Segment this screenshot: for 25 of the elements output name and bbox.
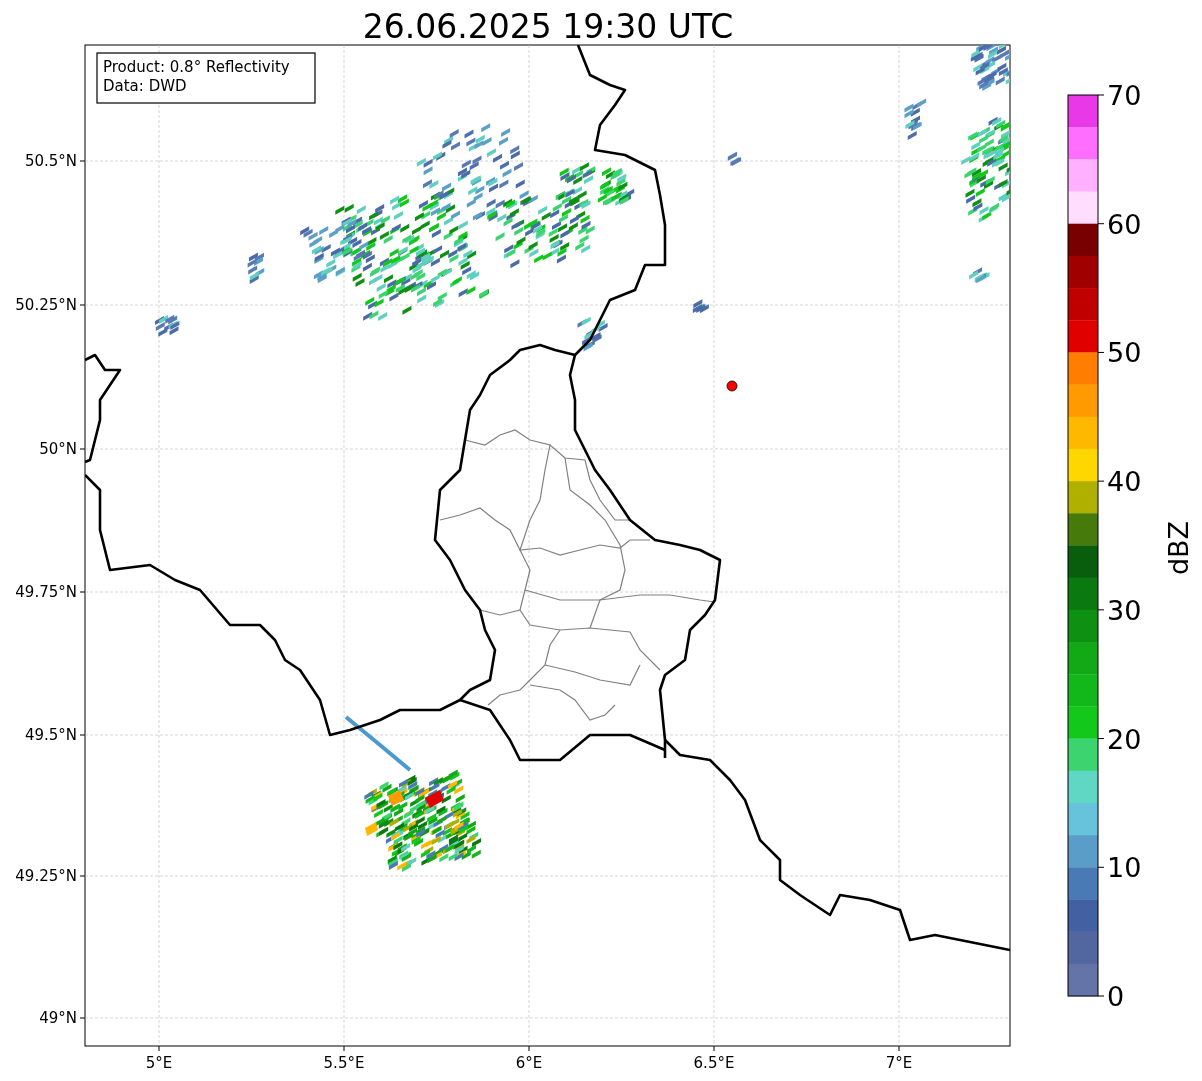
colorbar-tick-label: 40 (1107, 466, 1142, 498)
colorbar-label: dBZ (1163, 520, 1194, 576)
colorbar-tick-label: 10 (1107, 852, 1142, 884)
x-tick-label: 6.5°E (693, 1054, 735, 1072)
colorbar-tick-label: 20 (1107, 723, 1142, 755)
y-tick-label: 49.5°N (24, 726, 77, 744)
colorbar-tick-label: 60 (1107, 208, 1142, 240)
colorbar-tick-label: 0 (1107, 981, 1125, 1012)
colorbar-tick-label: 50 (1107, 337, 1142, 369)
y-tick-label: 49°N (39, 1009, 77, 1027)
y-tick-label: 50.25°N (15, 296, 77, 314)
colorbar-tick-label: 30 (1107, 594, 1142, 626)
x-tick-label: 7°E (885, 1054, 913, 1072)
x-tick-label: 5.5°E (323, 1054, 365, 1072)
radar-site-marker (726, 380, 738, 392)
y-tick-label: 50°N (39, 440, 77, 458)
legend-text: Product: 0.8° Reflectivity (103, 58, 290, 76)
colorbar-tick-label: 70 (1107, 80, 1142, 111)
x-tick-label: 5°E (145, 1054, 173, 1072)
y-tick-label: 49.75°N (15, 583, 77, 601)
y-tick-label: 50.5°N (24, 152, 77, 170)
chart-title: 26.06.2025 19:30 UTC (362, 7, 734, 46)
y-tick-label: 49.25°N (15, 867, 77, 885)
legend-text: Data: DWD (103, 77, 187, 95)
x-tick-label: 6°E (515, 1054, 543, 1072)
